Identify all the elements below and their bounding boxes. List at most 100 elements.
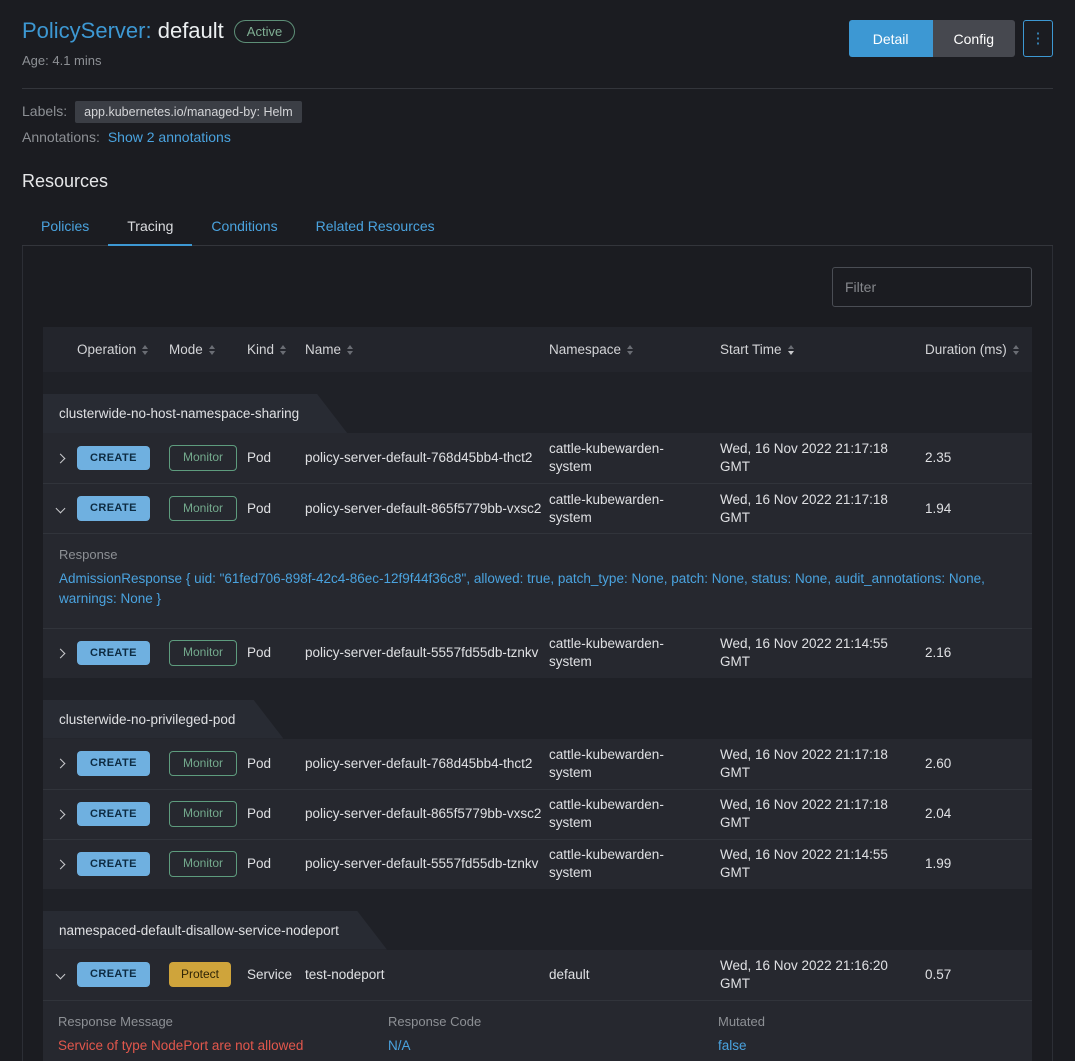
column-header-kind[interactable]: Kind xyxy=(247,327,305,372)
detail-field-value: N/A xyxy=(388,1038,718,1053)
table-row: CREATEMonitorPodpolicy-server-default-86… xyxy=(43,789,1032,839)
table-body: clusterwide-no-host-namespace-sharingCRE… xyxy=(43,372,1032,1061)
chevron-right-icon[interactable] xyxy=(43,811,77,818)
group-band: clusterwide-no-host-namespace-sharing xyxy=(43,372,1032,433)
tab-tracing[interactable]: Tracing xyxy=(108,208,192,245)
sort-icon xyxy=(280,345,286,355)
detail-field-value: false xyxy=(718,1038,1032,1053)
tab-conditions[interactable]: Conditions xyxy=(192,208,296,245)
cell-namespace: cattle-kubewarden-system xyxy=(549,746,720,781)
row-detail: ResponseAdmissionResponse { uid: "61fed7… xyxy=(43,533,1032,628)
annotations-toggle-link[interactable]: Show 2 annotations xyxy=(108,129,231,145)
policy-server-detail-page: PolicyServer: default Active Age: 4.1 mi… xyxy=(0,0,1075,1061)
cell-start-time: Wed, 16 Nov 2022 21:17:18 GMT xyxy=(720,796,925,831)
chevron-down-icon[interactable] xyxy=(43,505,77,512)
detail-field: Mutated false xyxy=(718,1014,1032,1053)
cell-kind: Pod xyxy=(247,755,305,773)
cell-operation: CREATE xyxy=(77,962,169,986)
chevron-right-icon[interactable] xyxy=(43,455,77,462)
column-label: Kind xyxy=(247,342,274,357)
sort-asc-icon xyxy=(209,345,215,349)
config-button[interactable]: Config xyxy=(933,20,1015,57)
detail-button[interactable]: Detail xyxy=(849,20,933,57)
column-header-namespace[interactable]: Namespace xyxy=(549,327,720,372)
cell-namespace: cattle-kubewarden-system xyxy=(549,635,720,670)
sort-asc-icon xyxy=(788,345,794,349)
sort-icon xyxy=(347,345,353,355)
cell-start-time: Wed, 16 Nov 2022 21:17:18 GMT xyxy=(720,491,925,526)
group-header: clusterwide-no-privileged-pod xyxy=(43,700,283,739)
labels-label: Labels: xyxy=(22,103,67,119)
operation-badge: CREATE xyxy=(77,852,150,876)
cell-duration: 2.35 xyxy=(925,449,1032,467)
cell-start-time: Wed, 16 Nov 2022 21:14:55 GMT xyxy=(720,635,925,670)
column-header-duration-ms-[interactable]: Duration (ms) xyxy=(925,327,1032,372)
operation-badge: CREATE xyxy=(77,802,150,826)
cell-duration: 1.99 xyxy=(925,855,1032,873)
chevron-glyph xyxy=(55,453,65,463)
sort-asc-icon xyxy=(627,345,633,349)
resources-title: Resources xyxy=(22,171,1053,192)
kebab-menu-icon[interactable]: ⋮ xyxy=(1023,20,1053,57)
chevron-down-icon[interactable] xyxy=(43,971,77,978)
filter-input[interactable] xyxy=(832,267,1032,307)
detail-field: Response MessageService of type NodePort… xyxy=(58,1014,388,1053)
mode-badge: Protect xyxy=(169,962,231,988)
detail-field-label: Mutated xyxy=(718,1014,1032,1029)
sort-asc-icon xyxy=(280,345,286,349)
cell-kind: Pod xyxy=(247,644,305,662)
cell-name: policy-server-default-5557fd55db-tznkv xyxy=(305,644,549,662)
operation-badge: CREATE xyxy=(77,751,150,775)
chevron-right-icon[interactable] xyxy=(43,650,77,657)
column-header-operation[interactable]: Operation xyxy=(77,327,169,372)
annotations-label: Annotations: xyxy=(22,129,100,145)
cell-operation: CREATE xyxy=(77,641,169,665)
cell-name: test-nodeport xyxy=(305,966,549,984)
label-chip: app.kubernetes.io/managed-by: Helm xyxy=(75,101,301,123)
detail-field-label: Response Code xyxy=(388,1014,718,1029)
operation-badge: CREATE xyxy=(77,496,150,520)
cell-name: policy-server-default-865f5779bb-vxsc2 xyxy=(305,500,549,518)
tab-related-resources[interactable]: Related Resources xyxy=(297,208,454,245)
label-chips: app.kubernetes.io/managed-by: Helm xyxy=(75,103,301,119)
column-header-mode[interactable]: Mode xyxy=(169,327,247,372)
cell-name: policy-server-default-768d45bb4-thct2 xyxy=(305,449,549,467)
sort-desc-icon xyxy=(788,351,794,355)
expander-column-header xyxy=(43,335,77,365)
sort-desc-icon xyxy=(280,351,286,355)
column-header-name[interactable]: Name xyxy=(305,327,549,372)
sort-desc-icon xyxy=(627,351,633,355)
cell-duration: 2.04 xyxy=(925,805,1032,823)
cell-namespace: cattle-kubewarden-system xyxy=(549,846,720,881)
chevron-right-icon[interactable] xyxy=(43,861,77,868)
cell-duration: 2.60 xyxy=(925,755,1032,773)
cell-operation: CREATE xyxy=(77,852,169,876)
chevron-right-icon[interactable] xyxy=(43,760,77,767)
mode-badge: Monitor xyxy=(169,801,237,827)
page-header: PolicyServer: default Active Age: 4.1 mi… xyxy=(22,18,1053,68)
tab-bar: PoliciesTracingConditionsRelated Resourc… xyxy=(22,208,1053,246)
table-row: CREATEMonitorPodpolicy-server-default-76… xyxy=(43,739,1032,789)
cell-mode: Protect xyxy=(169,962,247,988)
mode-badge: Monitor xyxy=(169,851,237,877)
sort-icon xyxy=(627,345,633,355)
cell-start-time: Wed, 16 Nov 2022 21:16:20 GMT xyxy=(720,957,925,992)
sort-icon xyxy=(788,345,794,355)
table-row: CREATEMonitorPodpolicy-server-default-76… xyxy=(43,433,1032,483)
tab-policies[interactable]: Policies xyxy=(22,208,108,245)
status-badge: Active xyxy=(234,20,295,43)
column-header-start-time[interactable]: Start Time xyxy=(720,327,925,372)
group-band: clusterwide-no-privileged-pod xyxy=(43,678,1032,739)
row-detail: Response MessageService of type NodePort… xyxy=(43,1000,1032,1061)
chevron-glyph xyxy=(55,504,65,514)
sort-icon xyxy=(1013,345,1019,355)
header-divider xyxy=(22,88,1053,89)
cell-duration: 2.16 xyxy=(925,644,1032,662)
sort-asc-icon xyxy=(1013,345,1019,349)
cell-kind: Service xyxy=(247,966,305,984)
chevron-glyph xyxy=(55,859,65,869)
cell-mode: Monitor xyxy=(169,751,247,777)
sort-desc-icon xyxy=(347,351,353,355)
tracing-tab-panel: OperationModeKind NameNamespaceStart Time… xyxy=(22,246,1053,1061)
operation-badge: CREATE xyxy=(77,641,150,665)
